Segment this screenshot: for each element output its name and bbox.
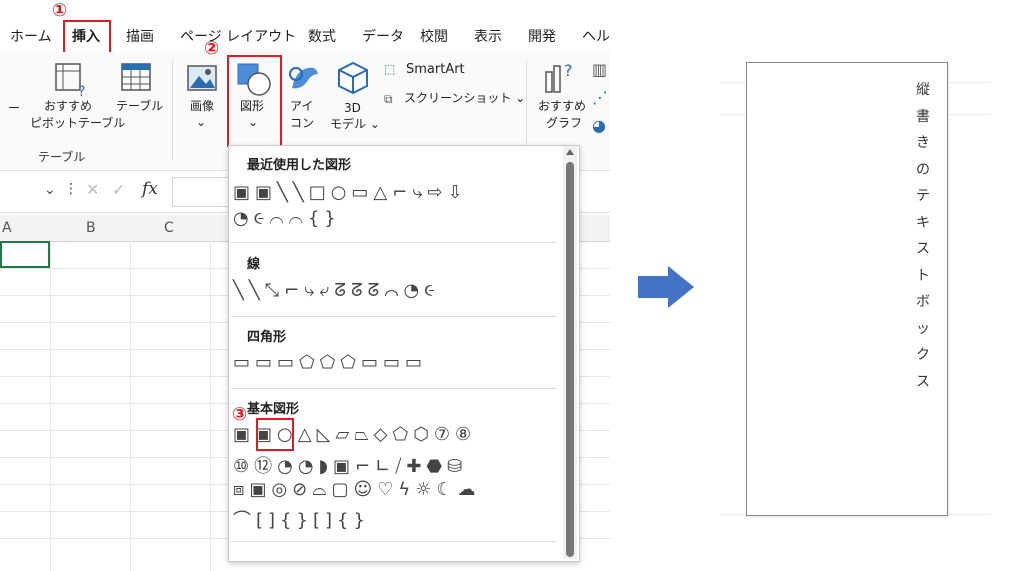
pie-chart-icon[interactable]: ◕ — [592, 116, 606, 135]
vertical-text-char: キ — [916, 214, 930, 231]
step-marker-1: ① — [52, 0, 68, 21]
icons-label-1[interactable]: アイ — [290, 98, 313, 115]
3d-model-label-2[interactable]: モデル ⌄ — [330, 116, 380, 133]
tab-draw[interactable]: 描画 — [126, 26, 154, 46]
vertical-text-char: 縦 — [916, 82, 930, 98]
basic-shapes-row[interactable]: ⌒[]{}[]{} — [233, 506, 370, 532]
tab-page-layout[interactable]: ページ レイアウト — [180, 26, 296, 46]
shapes-button-highlight — [227, 55, 282, 147]
section-divider — [231, 541, 557, 542]
tab-view[interactable]: 表示 — [474, 26, 502, 46]
vertical-text-char: の — [916, 161, 930, 178]
formula-input[interactable] — [172, 177, 230, 207]
recommended-chart-label-2[interactable]: グラフ — [546, 115, 582, 132]
dropdown-scrollbar[interactable] — [563, 146, 577, 559]
section-divider — [231, 316, 557, 317]
icons-label-2[interactable]: コン — [290, 115, 314, 132]
basic-shapes-row[interactable]: ⧈▣◎⊘⌓▢☺♡ϟ☼☾☁ — [233, 479, 481, 500]
enter-icon[interactable]: ✓ — [112, 180, 125, 199]
recent-shapes-row[interactable]: ▣▣╲╲□○▭△⌐⤷⇨⇩ — [233, 182, 468, 203]
scrollbar-thumb[interactable] — [566, 162, 574, 557]
vertical-text-char: ボ — [916, 294, 930, 310]
column-header-c[interactable]: C — [164, 220, 174, 236]
tab-help[interactable]: ヘル — [582, 26, 610, 46]
rectangles-title: 四角形 — [247, 330, 287, 345]
vertical-text-box[interactable]: 縦 書 き の テ キ ス ト ボ ッ ク ス — [746, 62, 948, 516]
shapes-dropdown-menu: 最近使用した図形 ▣▣╲╲□○▭△⌐⤷⇨⇩ ◔૯⌒⌒{} 線 ╲╲⤡⌐⤷⤶ᘔᘔᘔ… — [228, 145, 580, 562]
tab-formulas[interactable]: 数式 — [308, 26, 336, 46]
smartart-button-label[interactable]: SmartArt — [406, 61, 465, 78]
vertical-text: 縦 書 き の テ キ ス ト ボ ッ ク ス — [913, 77, 933, 395]
tab-review[interactable]: 校閲 — [420, 26, 448, 46]
3d-model-icon — [338, 61, 368, 95]
active-cell[interactable] — [0, 241, 50, 268]
bar-chart-icon[interactable]: ▥ — [592, 60, 607, 79]
column-header-b[interactable]: B — [86, 220, 96, 236]
insert-tab-highlight — [63, 20, 111, 54]
vertical-textbox-highlight — [256, 418, 294, 451]
group-divider — [172, 60, 173, 160]
grid-line — [210, 241, 211, 571]
smartart-icon: ⬚ — [384, 62, 396, 76]
recommended-pivot-label-1[interactable]: おすすめ — [44, 98, 92, 115]
group-label-table: テーブル — [38, 150, 86, 164]
lines-shapes-row[interactable]: ╲╲⤡⌐⤷⤶ᘔᘔᘔ⌒◔૯ — [233, 280, 440, 301]
rectangle-shapes-row[interactable]: ▭▭▭⬠⬠⬠▭▭▭ — [233, 352, 427, 373]
pivot-table-icon: ? — [55, 63, 85, 98]
icons-icon — [289, 67, 318, 89]
recent-shapes-row[interactable]: ◔૯⌒⌒{} — [233, 208, 341, 229]
vertical-text-char: ス — [916, 373, 930, 390]
vertical-text-char: ト — [916, 267, 930, 284]
tab-data[interactable]: データ — [362, 26, 404, 46]
line-chart-icon[interactable]: ⋰ — [592, 88, 608, 107]
screenshot-button-label[interactable]: スクリーンショット ⌄ — [404, 90, 525, 107]
3d-model-label-1[interactable]: 3D — [344, 100, 361, 117]
svg-text:?: ? — [564, 61, 573, 80]
image-dropdown-chevron[interactable]: ⌄ — [196, 114, 206, 131]
table-icon — [121, 63, 151, 91]
result-sheet-area: 縦 書 き の テ キ ス ト ボ ッ ク ス — [720, 62, 990, 522]
image-icon — [187, 65, 217, 91]
cancel-icon[interactable]: ✕ — [86, 180, 99, 199]
svg-text:?: ? — [78, 84, 85, 98]
recommended-pivot-label-2[interactable]: ピボットテーブル — [30, 115, 125, 132]
scroll-up-arrow-icon[interactable] — [566, 149, 574, 155]
step-marker-2: ② — [204, 38, 220, 59]
screenshot-icon: ⧉ — [384, 92, 393, 106]
tab-home[interactable]: ホーム — [10, 26, 52, 46]
column-header-a[interactable]: A — [2, 220, 12, 236]
vertical-text-char: テ — [916, 188, 930, 204]
insert-function-icon[interactable]: fx — [142, 179, 158, 199]
vertical-text-char: き — [916, 135, 930, 151]
table-button-label[interactable]: テーブル — [116, 98, 163, 115]
recent-shapes-title: 最近使用した図形 — [247, 158, 352, 173]
recommended-chart-icon: ? — [545, 61, 573, 93]
recommended-chart-label-1[interactable]: おすすめ — [538, 98, 586, 115]
step-marker-3: ③ — [232, 404, 248, 425]
grid-line — [130, 241, 131, 571]
section-divider — [231, 242, 557, 243]
grid-line — [50, 241, 51, 571]
image-button-label[interactable]: 画像 — [190, 98, 214, 115]
lines-title: 線 — [247, 257, 261, 272]
name-box-chevron-icon[interactable]: ⌄ — [44, 182, 56, 198]
basic-shapes-row[interactable]: ⑩⑫◔◔◗▣⌐∟⧸✚⬣⛁ — [233, 452, 467, 478]
right-arrow-icon — [638, 266, 694, 308]
section-divider — [231, 388, 557, 389]
ribbon-dash: ー — [8, 101, 21, 115]
basic-shapes-title: 基本図形 — [247, 402, 300, 417]
more-options-icon[interactable]: ⋮ — [64, 181, 78, 197]
vertical-text-char: ッ — [916, 320, 930, 337]
vertical-text-char: 書 — [916, 108, 930, 125]
vertical-text-char: ス — [916, 241, 930, 257]
vertical-text-char: ク — [916, 347, 930, 363]
tab-developer[interactable]: 開発 — [528, 26, 556, 46]
